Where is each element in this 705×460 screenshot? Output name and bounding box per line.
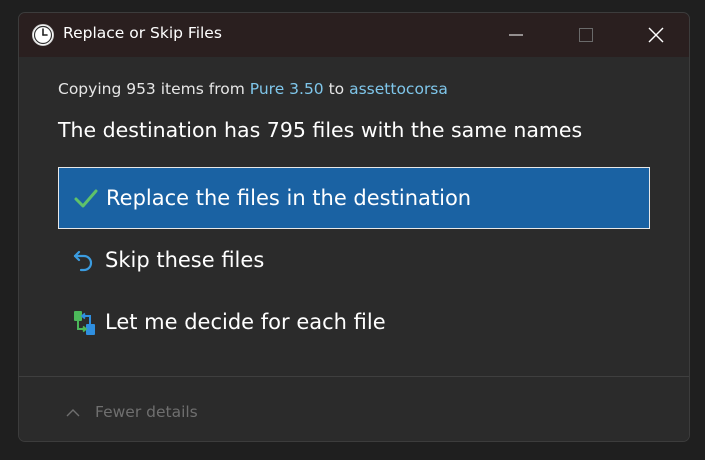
replace-skip-dialog: Replace or Skip Files Copying 953 items … xyxy=(18,12,690,442)
dialog-footer: Fewer details xyxy=(19,376,689,441)
minimize-button[interactable] xyxy=(481,13,551,57)
checkmark-icon xyxy=(73,186,99,212)
copy-connector: to xyxy=(328,80,345,98)
close-icon xyxy=(648,27,664,43)
undo-arrow-icon xyxy=(72,248,98,274)
chevron-up-icon xyxy=(66,409,80,417)
compare-files-icon xyxy=(72,310,98,336)
copy-summary: Copying 953 items from Pure 3.50 to asse… xyxy=(58,80,448,98)
decide-each-file-label: Let me decide for each file xyxy=(105,310,386,334)
fewer-details-label: Fewer details xyxy=(95,403,198,421)
replace-files-option[interactable]: Replace the files in the destination xyxy=(58,167,650,229)
conflict-headline: The destination has 795 files with the s… xyxy=(58,118,583,142)
close-button[interactable] xyxy=(621,13,689,57)
destination-folder-link[interactable]: assettocorsa xyxy=(349,80,448,98)
title-bar[interactable]: Replace or Skip Files xyxy=(19,13,689,57)
source-folder-link[interactable]: Pure 3.50 xyxy=(250,80,324,98)
clock-icon xyxy=(31,23,55,47)
maximize-icon xyxy=(579,28,593,42)
replace-files-label: Replace the files in the destination xyxy=(106,186,472,210)
copy-prefix: Copying 953 items from xyxy=(58,80,245,98)
window-title: Replace or Skip Files xyxy=(63,24,222,42)
skip-files-label: Skip these files xyxy=(105,248,265,272)
decide-each-file-option[interactable]: Let me decide for each file xyxy=(58,292,650,354)
minimize-icon xyxy=(509,34,523,36)
maximize-button[interactable] xyxy=(551,13,621,57)
skip-files-option[interactable]: Skip these files xyxy=(58,230,650,292)
